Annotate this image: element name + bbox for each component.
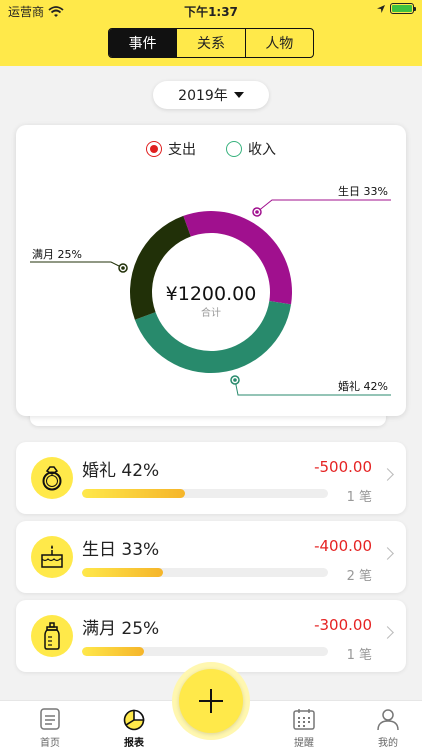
segment-people[interactable]: 人物 [244,29,313,57]
row-count: 1 笔 [346,490,372,505]
row-count: 2 笔 [346,569,372,584]
row-count: 1 笔 [346,648,372,663]
row-amount: -400.00 [314,537,372,555]
chevron-right-icon [381,468,394,481]
callout-label-wedding: 婚礼 42% [338,379,388,393]
document-icon [40,708,60,730]
progress-bar [82,489,328,498]
ring-icon [31,457,73,499]
segment-events[interactable]: 事件 [109,29,177,57]
tab-profile[interactable]: 我的 [358,707,418,749]
row-label: 生日 33% [82,540,160,560]
callout-line-birthday [256,199,391,213]
progress-bar [82,647,328,656]
battery-icon [390,3,416,14]
row-amount: -300.00 [314,616,372,634]
chevron-right-icon [381,626,394,639]
callout-label-birthday: 生日 33% [338,184,388,198]
plus-icon [199,689,223,713]
baby-bottle-icon [31,615,73,657]
progress-bar [82,568,328,577]
tab-home-label: 首页 [40,738,60,749]
pie-chart-icon [123,709,145,731]
view-segmented-control: 事件 关系 人物 [108,28,314,58]
chart-card: 支出 收入 生日 33% 婚礼 42% 满月 25% ¥1200.00 合计 [16,125,406,416]
row-label: 满月 25% [82,619,160,639]
tab-reports[interactable]: 报表 [104,707,164,749]
add-record-button[interactable] [179,669,243,733]
list-item-wedding[interactable]: 婚礼 42% -500.00 1 笔 [16,442,406,514]
status-time: 下午1:37 [184,5,238,19]
tab-profile-label: 我的 [378,738,398,749]
list-item-birthday[interactable]: 生日 33% -400.00 2 笔 [16,521,406,593]
segment-relations[interactable]: 关系 [176,29,244,57]
progress-fill [82,489,186,498]
cake-icon [31,536,73,578]
header: 运营商 下午1:37 事件 关系 人物 [0,0,422,66]
person-icon [377,709,399,731]
progress-fill [82,647,144,656]
chart-total-value: ¥1200.00 [166,283,257,305]
callout-label-fullmoon: 满月 25% [32,248,82,261]
calendar-icon [293,709,315,730]
tab-reports-label: 报表 [124,738,144,749]
status-bar: 运营商 下午1:37 [0,0,422,22]
tab-reminders[interactable]: 提醒 [274,707,334,749]
tab-home[interactable]: 首页 [20,707,80,749]
triangle-down-icon [233,92,244,98]
location-icon [377,4,385,13]
year-dropdown[interactable]: 2019年 [153,81,269,109]
chevron-right-icon [381,547,394,560]
callout-line-fullmoon [30,261,124,269]
row-label: 婚礼 42% [82,461,160,481]
row-amount: -500.00 [314,458,372,476]
progress-fill [82,568,164,577]
year-label: 2019年 [178,88,228,104]
tab-reminders-label: 提醒 [294,738,314,749]
chart-total-caption: 合计 [201,306,221,319]
donut-chart: 生日 33% 婚礼 42% 满月 25% ¥1200.00 合计 [30,184,391,396]
